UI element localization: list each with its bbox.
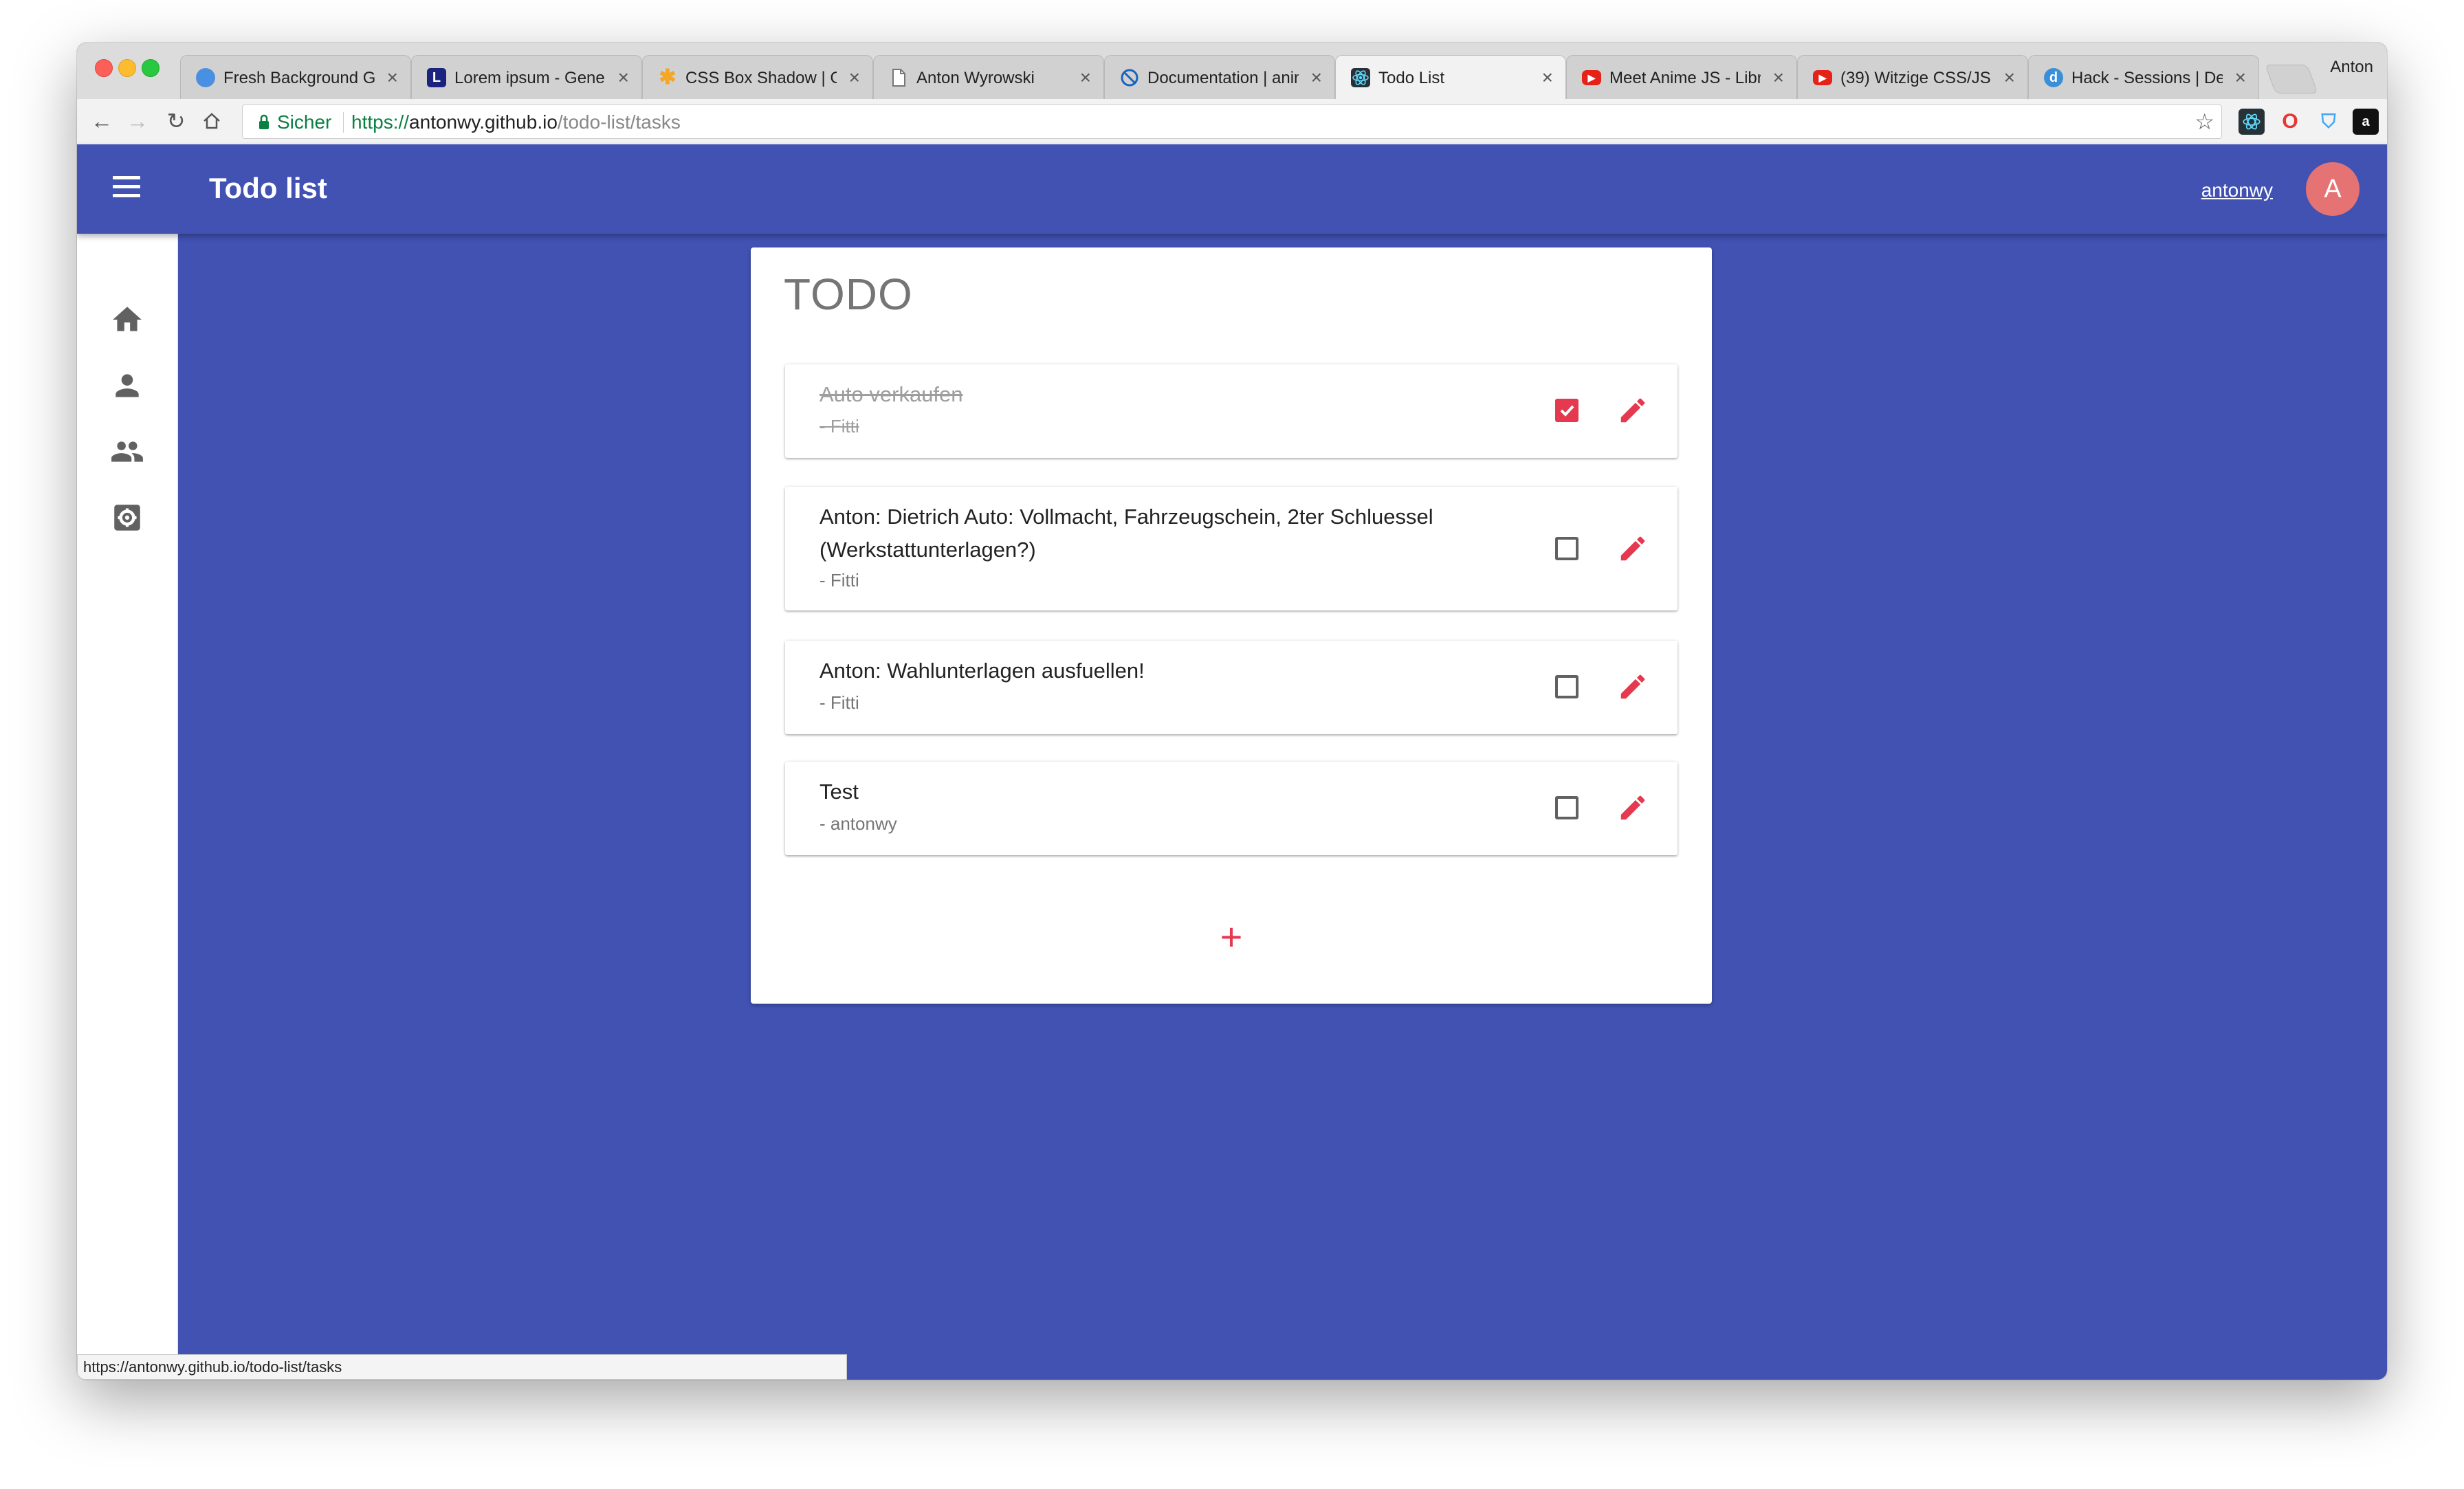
todo-text: Anton: Dietrich Auto: Vollmacht, Fahrzeu… xyxy=(820,505,1433,562)
browser-toolbar: ← → ↻ Sicher https://antonwy.github.io/t… xyxy=(77,99,2387,145)
bookmark-star-icon[interactable]: ☆ xyxy=(2194,109,2214,134)
tab-css-box-shadow[interactable]: ✱ CSS Box Shadow | CSS × xyxy=(642,55,873,99)
anime-icon xyxy=(1120,68,1139,87)
app-bar: Todo list antonwy A xyxy=(77,144,2387,234)
new-tab-button[interactable] xyxy=(2265,65,2318,93)
url-text[interactable]: https://antonwy.github.io/todo-list/task… xyxy=(351,111,681,134)
youtube-icon: ▶ xyxy=(1582,70,1601,85)
tab-hack-sessions[interactable]: d Hack - Sessions | Dev × xyxy=(2028,55,2259,99)
tab-anton-wyrowski[interactable]: Anton Wyrowski × xyxy=(873,55,1104,99)
page-icon xyxy=(889,68,908,87)
home-button-icon[interactable] xyxy=(198,107,226,135)
todo-text: Anton: Wahlunterlagen ausfuellen! xyxy=(820,659,1145,683)
back-arrow-icon[interactable]: ← xyxy=(88,107,116,135)
letter-d-icon: d xyxy=(2044,68,2063,87)
lock-icon xyxy=(254,112,274,133)
url-scheme: https:// xyxy=(351,111,410,133)
asterisk-icon: ✱ xyxy=(659,66,676,89)
blue-sphere-icon xyxy=(196,68,215,87)
tab-title: Todo List xyxy=(1378,69,1445,87)
tab-close-icon[interactable]: × xyxy=(1080,67,1091,89)
react-devtools-icon[interactable] xyxy=(2238,109,2265,135)
settings-icon[interactable] xyxy=(110,500,144,535)
todo-checkbox[interactable] xyxy=(1555,675,1578,698)
tab-title: (39) Witzige CSS/JS xyxy=(1840,69,1991,87)
browser-profile-name[interactable]: Anton xyxy=(2330,58,2373,77)
react-icon xyxy=(1351,68,1370,87)
group-icon[interactable] xyxy=(110,434,144,469)
tab-close-icon[interactable]: × xyxy=(618,67,629,89)
todo-item: Test - antonwy xyxy=(785,762,1678,855)
tab-meet-anime-js[interactable]: ▶ Meet Anime JS - Library × xyxy=(1566,55,1797,99)
tab-documentation-anime[interactable]: Documentation | anime × xyxy=(1104,55,1335,99)
tab-close-icon[interactable]: × xyxy=(1542,67,1553,89)
todo-text: Test xyxy=(820,780,859,804)
todo-item: Anton: Wahlunterlagen ausfuellen! - Fitt… xyxy=(785,641,1678,734)
todo-heading: TODO xyxy=(784,269,913,319)
tab-fresh-background[interactable]: Fresh Background Gallery × xyxy=(180,55,411,99)
tab-title: Documentation | anime xyxy=(1147,69,1299,87)
window-close-button[interactable] xyxy=(95,59,113,77)
reload-icon[interactable]: ↻ xyxy=(162,107,190,135)
youtube-icon: ▶ xyxy=(1813,70,1832,85)
tab-close-icon[interactable]: × xyxy=(1311,67,1322,89)
tab-todo-list[interactable]: Todo List × xyxy=(1335,55,1566,99)
todo-author: - Fitti xyxy=(820,692,859,713)
omnibox-divider xyxy=(343,112,344,133)
address-bar[interactable]: Sicher https://antonwy.github.io/todo-li… xyxy=(242,104,2222,139)
opera-icon[interactable]: O xyxy=(2277,109,2303,135)
add-todo-button[interactable]: + xyxy=(1202,907,1261,967)
window-maximize-button[interactable] xyxy=(142,59,160,77)
tab-close-icon[interactable]: × xyxy=(849,67,860,89)
tab-lorem-ipsum[interactable]: L Lorem ipsum - Generator × xyxy=(411,55,642,99)
todo-card: TODO Auto verkaufen - Fitti Anton: Dietr… xyxy=(751,247,1712,1004)
status-url-bubble: https://antonwy.github.io/todo-list/task… xyxy=(77,1354,847,1380)
user-name-link[interactable]: antonwy xyxy=(2201,179,2273,202)
todo-text: Auto verkaufen xyxy=(820,382,963,406)
todo-item: Anton: Dietrich Auto: Vollmacht, Fahrzeu… xyxy=(785,487,1678,610)
pencil-icon[interactable] xyxy=(1617,533,1649,564)
todo-checkbox[interactable] xyxy=(1555,537,1578,560)
browser-window: Fresh Background Gallery × L Lorem ipsum… xyxy=(77,43,2387,1380)
todo-checkbox[interactable] xyxy=(1555,399,1578,422)
letter-l-icon: L xyxy=(427,68,446,87)
hamburger-menu-icon[interactable] xyxy=(113,176,140,201)
window-minimize-button[interactable] xyxy=(118,59,136,77)
tab-witzige-css[interactable]: ▶ (39) Witzige CSS/JS × xyxy=(1797,55,2028,99)
secure-label: Sicher xyxy=(277,111,332,133)
url-path: /todo-list/tasks xyxy=(557,111,681,133)
tab-title: CSS Box Shadow | CSS xyxy=(685,69,837,87)
tab-close-icon[interactable]: × xyxy=(2235,67,2246,89)
url-host: antonwy.github.io xyxy=(409,111,558,133)
sidebar xyxy=(77,234,178,1380)
tab-title: Meet Anime JS - Library xyxy=(1609,69,1761,87)
todo-author: - antonwy xyxy=(820,813,897,834)
tab-close-icon[interactable]: × xyxy=(1773,67,1784,89)
pencil-icon[interactable] xyxy=(1617,792,1649,824)
tab-close-icon[interactable]: × xyxy=(2004,67,2015,89)
todo-author: - Fitti xyxy=(820,570,859,591)
pencil-icon[interactable] xyxy=(1617,395,1649,426)
tab-title: Hack - Sessions | Dev xyxy=(2071,69,2223,87)
tab-close-icon[interactable]: × xyxy=(387,67,398,89)
amazon-extension-icon[interactable]: a xyxy=(2353,109,2379,135)
tab-title: Lorem ipsum - Generator xyxy=(454,69,606,87)
person-icon[interactable] xyxy=(110,368,144,403)
tab-title: Anton Wyrowski xyxy=(916,69,1035,87)
pencil-icon[interactable] xyxy=(1617,671,1649,703)
app-title: Todo list xyxy=(209,172,327,204)
forward-arrow-icon[interactable]: → xyxy=(124,107,151,135)
home-icon[interactable] xyxy=(110,302,144,337)
todo-checkbox[interactable] xyxy=(1555,796,1578,819)
shield-icon[interactable]: ⛉ xyxy=(2316,109,2342,135)
todo-item: Auto verkaufen - Fitti xyxy=(785,364,1678,458)
todo-author: - Fitti xyxy=(820,416,859,437)
tab-strip: Fresh Background Gallery × L Lorem ipsum… xyxy=(77,43,2387,100)
avatar[interactable]: A xyxy=(2306,162,2360,216)
tab-title: Fresh Background Gallery xyxy=(223,69,375,87)
